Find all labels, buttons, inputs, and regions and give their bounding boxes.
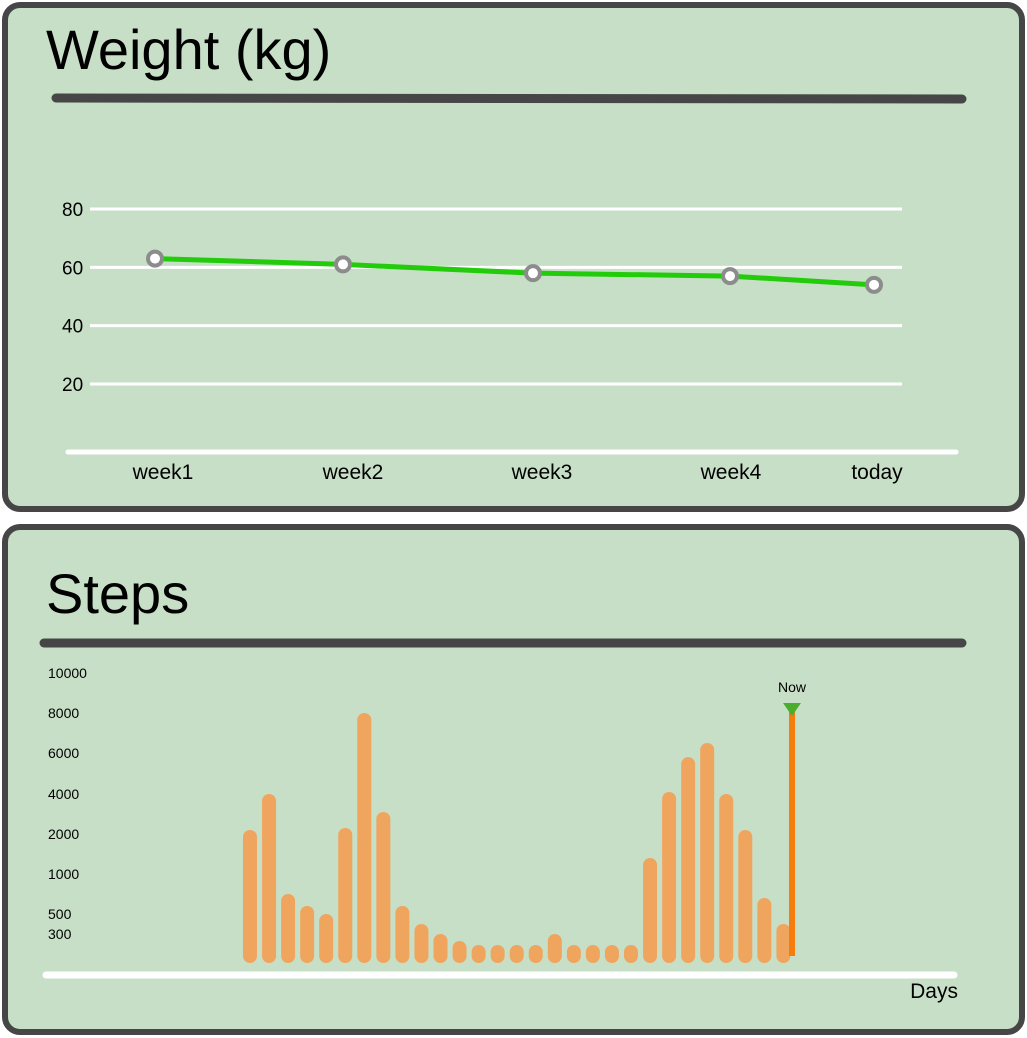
- step-bar: [700, 743, 715, 963]
- step-bar: [281, 894, 296, 963]
- step-bar: [547, 934, 562, 963]
- step-bar: [490, 945, 505, 963]
- y-tick-label: 6000: [48, 745, 79, 761]
- step-bar: [662, 791, 677, 963]
- step-bar: [433, 934, 448, 963]
- x-axis-label: Days: [910, 980, 958, 1003]
- step-bar: [262, 794, 277, 963]
- y-tick-label: 2000: [48, 826, 79, 842]
- step-bar: [395, 906, 410, 963]
- steps-chart: 10000 8000 6000 4000 2000 1000 500 300 Now Days: [39, 638, 967, 1003]
- step-bar: [738, 830, 753, 963]
- step-bar: [757, 898, 772, 963]
- step-bar: [338, 828, 353, 963]
- step-bar: [604, 945, 619, 963]
- step-bar: [357, 713, 372, 963]
- step-bar: [624, 945, 638, 963]
- now-marker-icon: [783, 703, 801, 716]
- step-bar: [643, 858, 658, 963]
- step-bar: [243, 830, 257, 963]
- y-tick-label: 4000: [48, 786, 79, 802]
- step-bar: [300, 906, 315, 963]
- step-bar: [585, 945, 600, 963]
- step-bar: [566, 945, 581, 963]
- step-bar: [719, 794, 734, 963]
- step-bar: [414, 924, 429, 963]
- y-tick-label: 500: [48, 906, 72, 922]
- step-bar: [471, 945, 486, 963]
- step-bar: [681, 757, 696, 963]
- step-bar: [776, 924, 791, 963]
- step-bar: [528, 945, 543, 963]
- step-bar: [509, 945, 524, 963]
- step-bar: [376, 812, 391, 963]
- y-tick-label: 1000: [48, 866, 79, 882]
- y-tick-label: 10000: [48, 665, 87, 681]
- now-label: Now: [778, 679, 807, 695]
- y-tick-label: 300: [48, 926, 72, 942]
- y-tick-label: 8000: [48, 705, 79, 721]
- step-bar: [452, 941, 467, 963]
- step-bar: [319, 914, 334, 963]
